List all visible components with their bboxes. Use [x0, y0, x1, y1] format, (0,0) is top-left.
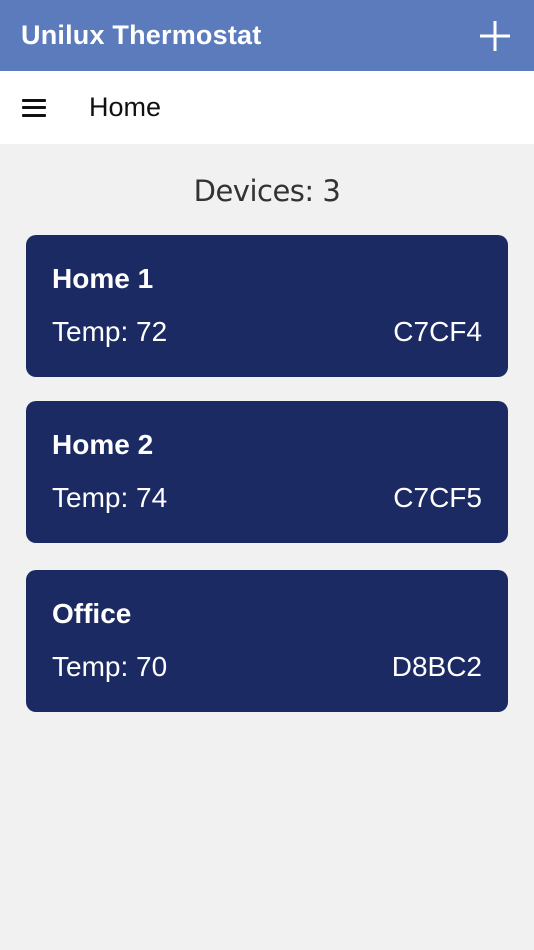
device-temp: Temp: 72 — [52, 316, 168, 347]
nav-bar: Home — [0, 71, 534, 144]
page-title: Home — [89, 92, 162, 122]
device-id: C7CF4 — [393, 316, 482, 347]
device-name: Home 1 — [52, 263, 154, 294]
add-device-button[interactable] — [478, 19, 512, 53]
device-temp: Temp: 70 — [52, 651, 168, 682]
device-name: Home 2 — [52, 429, 154, 460]
app-title: Unilux Thermostat — [21, 20, 262, 50]
device-card-office[interactable]: Office Temp: 70 D8BC2 — [26, 570, 508, 712]
hamburger-menu-icon[interactable] — [22, 98, 46, 117]
device-id: C7CF5 — [393, 482, 482, 513]
device-name: Office — [52, 598, 132, 629]
plus-icon — [480, 20, 510, 51]
device-count: Devices: 3 — [193, 174, 341, 208]
app-bar: Unilux Thermostat — [0, 0, 534, 71]
device-card-home-1[interactable]: Home 1 Temp: 72 C7CF4 — [26, 235, 508, 377]
device-card-home-2[interactable]: Home 2 Temp: 74 C7CF5 — [26, 401, 508, 543]
device-temp: Temp: 74 — [52, 482, 168, 513]
device-list-area: Devices: 3 Home 1 Temp: 72 C7CF4 Home 2 … — [0, 144, 534, 950]
device-id: D8BC2 — [391, 651, 482, 682]
